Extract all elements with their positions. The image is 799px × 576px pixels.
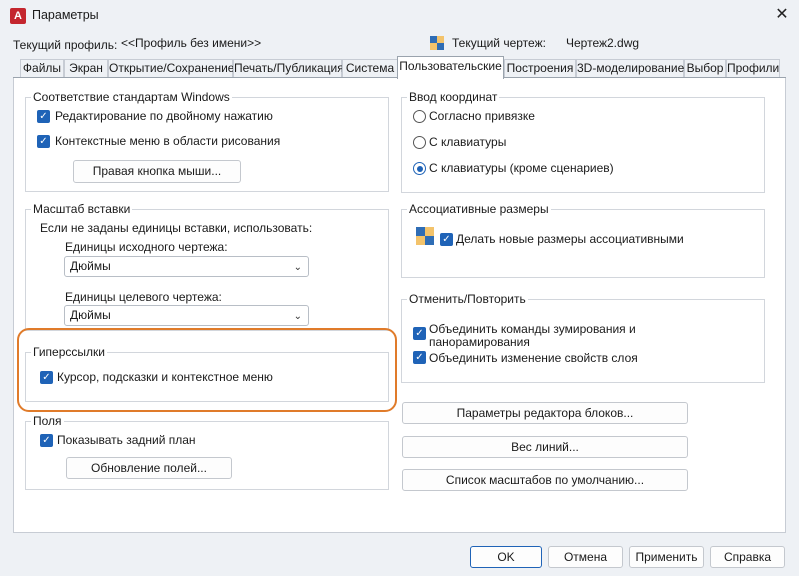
insertion-scale-note: Если не заданы единицы вставки, использо… [40, 221, 313, 235]
help-button[interactable]: Справка [710, 546, 785, 568]
drawing-value: Чертеж2.dwg [566, 36, 640, 50]
block-editor-settings-button[interactable]: Параметры редактора блоков... [402, 402, 688, 424]
shortcut-menus-checkbox[interactable]: ✓ [37, 135, 50, 148]
double-click-edit-label: Редактирование по двойному нажатию [55, 109, 273, 123]
combine-layer-changes-label: Объединить изменение свойств слоя [429, 351, 638, 365]
shortcut-menus-label: Контекстные меню в области рисования [55, 134, 281, 148]
combine-zoom-pan-checkbox[interactable]: ✓ [413, 327, 426, 340]
insertion-scale-title: Масштаб вставки [31, 202, 133, 216]
apply-button[interactable]: Применить [629, 546, 704, 568]
profile-value: <<Профиль без имени>> [121, 36, 262, 50]
target-units-value: Дюймы [70, 308, 111, 322]
keyboard-entry-radio[interactable] [413, 136, 426, 149]
fields-group [25, 421, 389, 490]
field-background-checkbox[interactable]: ✓ [40, 434, 53, 447]
chevron-down-icon: ⌄ [293, 311, 302, 322]
app-icon: A [10, 8, 26, 24]
source-units-select[interactable]: Дюймы ⌄ [64, 256, 309, 277]
tab-3d-modeling[interactable]: 3D-моделирование [576, 59, 684, 78]
title-bar [0, 0, 799, 32]
tab-system[interactable]: Система [342, 59, 398, 78]
highlight-annotation [17, 328, 397, 412]
ok-button[interactable]: OK [470, 546, 542, 568]
drawing-icon [430, 36, 444, 50]
keyboard-except-scripts-radio[interactable] [413, 162, 426, 175]
tab-open-save[interactable]: Открытие/Сохранение [108, 59, 234, 78]
cancel-button[interactable]: Отмена [548, 546, 623, 568]
source-units-label: Единицы исходного чертежа: [65, 240, 228, 254]
source-units-value: Дюймы [70, 259, 111, 273]
combine-zoom-pan-label-line2: панорамирования [429, 335, 530, 349]
tab-files[interactable]: Файлы [20, 59, 64, 78]
windows-standards-title: Соответствие стандартам Windows [31, 90, 232, 104]
associative-dimensions-title: Ассоциативные размеры [407, 202, 551, 216]
update-fields-button[interactable]: Обновление полей... [66, 457, 232, 479]
keyboard-entry-label: С клавиатуры [429, 135, 507, 149]
tab-profiles[interactable]: Профили [726, 59, 780, 78]
target-units-select[interactable]: Дюймы ⌄ [64, 305, 309, 326]
chevron-down-icon: ⌄ [293, 262, 302, 273]
fields-title: Поля [31, 414, 64, 428]
tab-user-preferences[interactable]: Пользовательские [397, 56, 504, 79]
profile-label: Текущий профиль: [13, 38, 118, 52]
dimension-icon [416, 227, 434, 245]
tab-plot-publish[interactable]: Печать/Публикация [233, 59, 344, 78]
right-click-button[interactable]: Правая кнопка мыши... [73, 160, 241, 183]
default-scale-list-button[interactable]: Список масштабов по умолчанию... [402, 469, 688, 491]
lineweight-settings-button[interactable]: Вес линий... [402, 436, 688, 458]
running-osnap-radio[interactable] [413, 110, 426, 123]
undo-redo-title: Отменить/Повторить [407, 292, 528, 306]
new-dims-associative-checkbox[interactable]: ✓ [440, 233, 453, 246]
tab-selection[interactable]: Выбор [684, 59, 726, 78]
window-title: Параметры [32, 8, 99, 22]
field-background-label: Показывать задний план [57, 433, 196, 447]
double-click-edit-checkbox[interactable]: ✓ [37, 110, 50, 123]
coordinate-input-title: Ввод координат [407, 90, 500, 104]
close-icon[interactable]: ✕ [770, 4, 794, 26]
combine-layer-changes-checkbox[interactable]: ✓ [413, 351, 426, 364]
tab-drafting[interactable]: Построения [504, 59, 576, 78]
target-units-label: Единицы целевого чертежа: [65, 290, 222, 304]
new-dims-associative-label: Делать новые размеры ассоциативными [456, 232, 684, 246]
drawing-label: Текущий чертеж: [452, 36, 546, 50]
keyboard-except-scripts-label: С клавиатуры (кроме сценариев) [429, 161, 614, 175]
running-osnap-label: Согласно привязке [429, 109, 535, 123]
tab-display[interactable]: Экран [64, 59, 108, 78]
combine-zoom-pan-label-line1: Объединить команды зумирования и [429, 322, 636, 336]
